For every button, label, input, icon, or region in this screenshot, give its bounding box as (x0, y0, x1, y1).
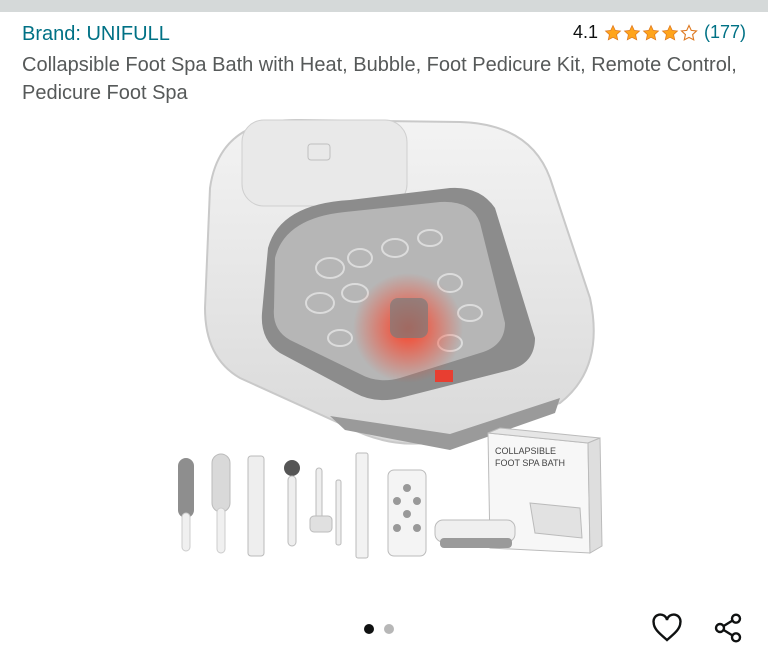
share-button[interactable] (710, 610, 746, 646)
box-text-line2: FOOT SPA BATH (495, 458, 565, 468)
rating-value: 4.1 (572, 22, 598, 42)
remote-control (387, 469, 427, 557)
image-pagination[interactable] (364, 624, 394, 634)
star-icon (661, 24, 679, 41)
share-icon (714, 613, 742, 643)
star-icon (642, 24, 660, 41)
product-title: Collapsible Foot Spa Bath with Heat, Bub… (22, 54, 737, 104)
foot-spa-tub (203, 118, 595, 450)
box-text-line1: COLLAPSIBLE (495, 446, 556, 456)
pagination-dot[interactable] (384, 624, 394, 634)
star-icon (623, 24, 641, 41)
wishlist-button[interactable] (649, 610, 685, 646)
star-icon (604, 24, 622, 41)
rating-summary[interactable]: 4.1 (177) (573, 22, 746, 43)
collapsed-spa (434, 519, 516, 548)
top-divider (0, 0, 768, 12)
product-image[interactable]: COLLAPSIBLE FOOT SPA BATH (150, 108, 620, 570)
pagination-dot-active[interactable] (364, 624, 374, 634)
pedicure-tools (178, 452, 369, 559)
star-rating (604, 23, 698, 42)
review-count[interactable]: (177) (704, 22, 746, 43)
heart-outline-icon (652, 613, 682, 642)
brand-link[interactable]: Brand: UNIFULL (22, 23, 170, 46)
star-empty-icon (680, 23, 698, 41)
